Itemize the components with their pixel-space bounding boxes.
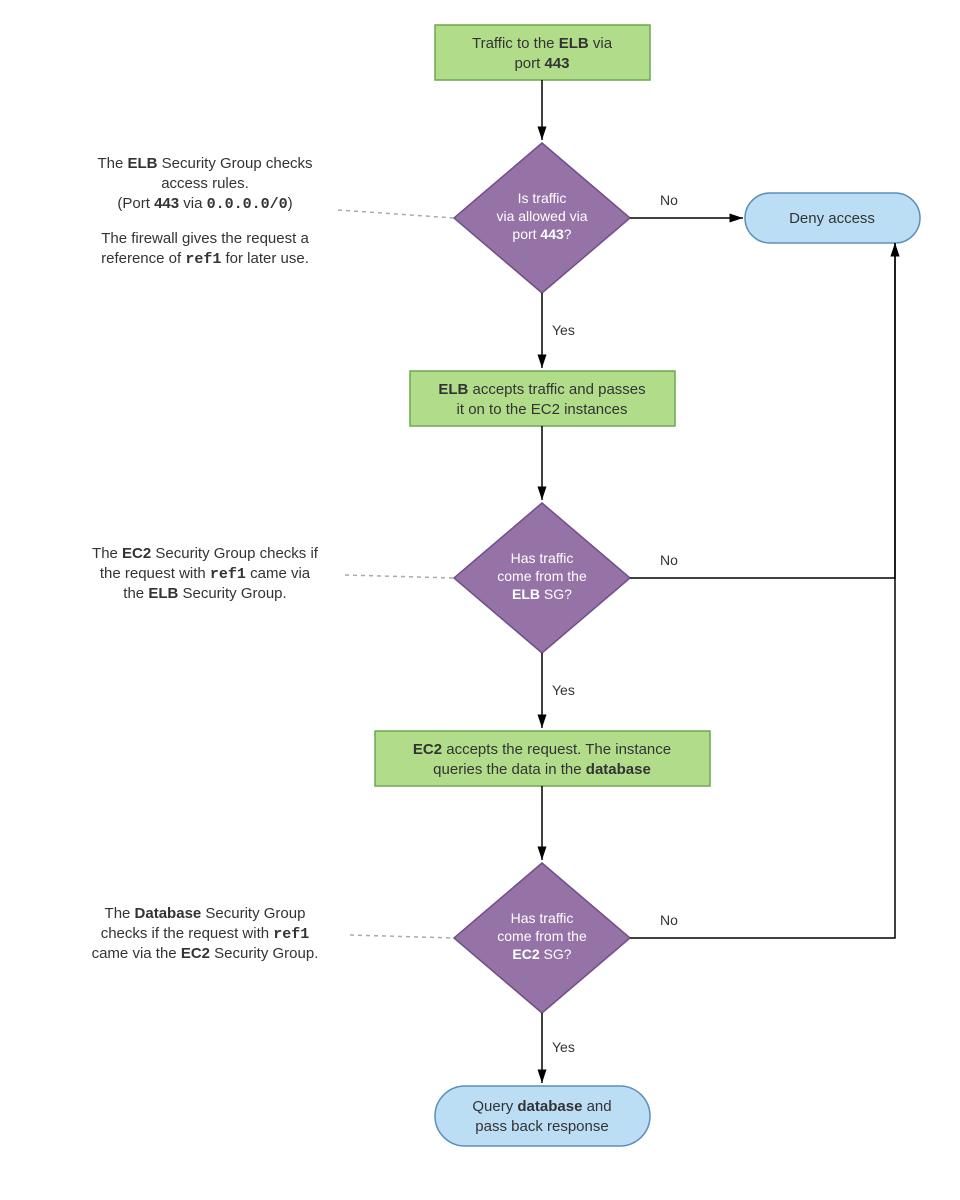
svg-text:come from the: come from the [497,568,587,584]
annotation-ec2-sg: The EC2 Security Group checks if the req… [92,545,319,602]
decision-elb-sg: Has traffic come from the ELB SG? [454,503,630,653]
svg-text:port 443?: port 443? [512,226,571,242]
svg-text:the request with ref1 came via: the request with ref1 came via [100,565,311,583]
svg-text:EC2 SG?: EC2 SG? [512,946,571,962]
decision-ec2-sg: Has traffic come from the EC2 SG? [454,863,630,1013]
svg-text:The Database Security Group: The Database Security Group [105,905,306,922]
svg-text:checks if the request with ref: checks if the request with ref1 [101,925,310,943]
svg-text:queries the data in the databa: queries the data in the database [433,761,651,778]
edge-label-yes: Yes [552,682,575,698]
svg-text:The EC2 Security Group checks: The EC2 Security Group checks if [92,545,319,562]
edge-label-yes: Yes [552,1039,575,1055]
process-elb-accepts: ELB accepts traffic and passes it on to … [410,371,675,426]
svg-text:ELB SG?: ELB SG? [512,586,572,602]
svg-text:it on to the EC2 instances: it on to the EC2 instances [457,401,628,418]
svg-text:(Port 443 via 0.0.0.0/0): (Port 443 via 0.0.0.0/0) [117,195,292,213]
edge-label-no: No [660,192,678,208]
edge-label-no: No [660,552,678,568]
svg-text:Has traffic: Has traffic [511,910,574,926]
terminal-deny: Deny access [745,193,920,243]
decision-port-443: Is traffic via allowed via port 443? [454,143,630,293]
flowchart-canvas: Traffic to the ELB via port 443 Is traff… [0,0,960,1200]
svg-text:Traffic to the ELB via: Traffic to the ELB via [472,35,613,52]
svg-text:EC2 accepts the request. The i: EC2 accepts the request. The instance [413,741,671,758]
svg-text:port 443: port 443 [514,55,569,72]
svg-text:came via the EC2 Security Grou: came via the EC2 Security Group. [92,945,319,962]
svg-text:Has traffic: Has traffic [511,550,574,566]
process-ec2-accepts: EC2 accepts the request. The instance qu… [375,731,710,786]
svg-text:Query database and: Query database and [472,1098,611,1115]
svg-text:The firewall gives the request: The firewall gives the request a [101,230,309,247]
svg-text:pass back response: pass back response [475,1118,608,1135]
terminal-query-db: Query database and pass back response [435,1086,650,1146]
svg-text:the ELB Security Group.: the ELB Security Group. [123,585,286,602]
annotation-db-sg: The Database Security Group checks if th… [92,905,319,962]
svg-text:access rules.: access rules. [161,175,249,192]
svg-text:ELB accepts traffic and passes: ELB accepts traffic and passes [438,381,645,398]
edge-label-no: No [660,912,678,928]
svg-text:come from the: come from the [497,928,587,944]
svg-text:Is traffic: Is traffic [518,190,567,206]
process-start: Traffic to the ELB via port 443 [435,25,650,80]
svg-text:Deny access: Deny access [789,210,875,227]
svg-text:via allowed via: via allowed via [496,208,587,224]
svg-text:reference of ref1 for later us: reference of ref1 for later use. [101,250,309,268]
svg-text:The ELB Security Group checks: The ELB Security Group checks [97,155,312,172]
edge-label-yes: Yes [552,322,575,338]
annotation-elb-sg: The ELB Security Group checks access rul… [97,155,312,268]
